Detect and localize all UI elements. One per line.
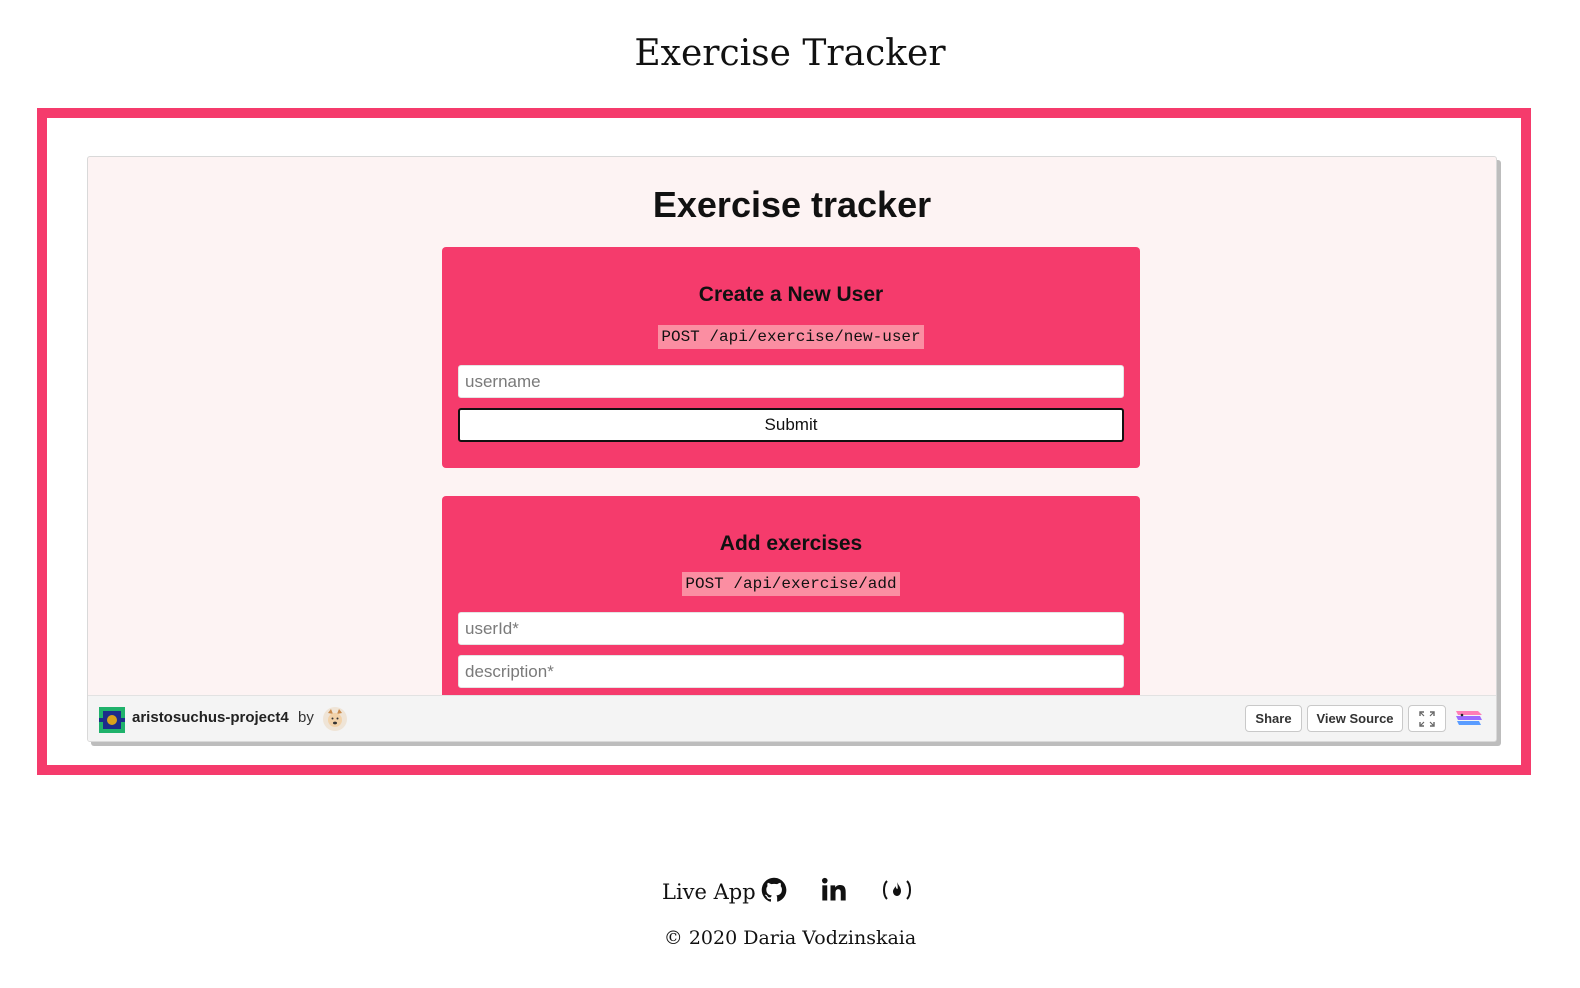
userid-input[interactable] bbox=[458, 612, 1124, 645]
project-avatar-icon[interactable] bbox=[99, 707, 125, 733]
add-exercise-form: Add exercises POST /api/exercise/add bbox=[442, 496, 1140, 695]
add-exercise-endpoint: POST /api/exercise/add bbox=[682, 572, 900, 596]
page-title: Exercise Tracker bbox=[634, 33, 946, 74]
linkedin-icon[interactable] bbox=[820, 876, 848, 904]
project-name-link[interactable]: aristosuchus-project4 bbox=[132, 708, 289, 728]
add-exercise-heading: Add exercises bbox=[719, 532, 863, 555]
copyright-text: © 2020 Daria Vodzinskaia bbox=[663, 927, 917, 949]
app-title: Exercise tracker bbox=[652, 184, 932, 225]
embedded-app-viewport[interactable]: Exercise tracker Create a New User POST … bbox=[88, 157, 1496, 695]
description-input[interactable] bbox=[458, 655, 1124, 688]
view-source-button[interactable]: View Source bbox=[1307, 705, 1403, 732]
fullscreen-button[interactable] bbox=[1408, 705, 1446, 732]
username-input[interactable] bbox=[458, 365, 1124, 398]
github-icon[interactable] bbox=[760, 876, 788, 904]
create-user-endpoint: POST /api/exercise/new-user bbox=[658, 325, 924, 349]
project-showcase-frame: Exercise tracker Create a New User POST … bbox=[37, 108, 1531, 775]
author-avatar[interactable] bbox=[322, 706, 348, 732]
create-user-heading: Create a New User bbox=[698, 283, 884, 306]
embed-footer-bar: aristosuchus-project4 by Share View Sour… bbox=[88, 695, 1496, 741]
glitch-embed-window: Exercise tracker Create a New User POST … bbox=[87, 156, 1497, 742]
share-button[interactable]: Share bbox=[1245, 705, 1302, 732]
freecodecamp-icon[interactable] bbox=[880, 876, 914, 904]
fullscreen-icon bbox=[1419, 710, 1435, 727]
glitch-fish-icon[interactable] bbox=[1454, 705, 1484, 731]
create-user-submit-button[interactable]: Submit bbox=[458, 408, 1124, 442]
by-label: by bbox=[298, 709, 314, 726]
live-app-link[interactable]: Live App bbox=[662, 878, 756, 906]
site-footer-links: Live App bbox=[0, 874, 1580, 908]
create-user-form: Create a New User POST /api/exercise/new… bbox=[442, 247, 1140, 468]
